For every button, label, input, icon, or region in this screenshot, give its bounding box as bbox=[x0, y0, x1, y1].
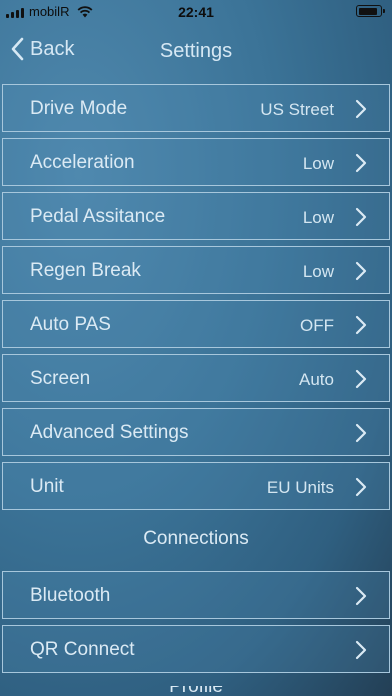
section-header-connections: Connections bbox=[143, 528, 249, 549]
setting-row-regen-break[interactable]: Regen Break Low bbox=[2, 246, 390, 294]
setting-row-screen[interactable]: Screen Auto bbox=[2, 354, 390, 402]
connection-row-bluetooth[interactable]: Bluetooth bbox=[2, 571, 390, 619]
chevron-right-icon bbox=[355, 369, 367, 389]
status-bar: mobilR 22:41 bbox=[0, 0, 392, 24]
setting-label: Unit bbox=[30, 476, 64, 497]
chevron-right-icon bbox=[355, 477, 367, 497]
setting-value: Low bbox=[302, 262, 334, 281]
page-title: Settings bbox=[159, 40, 233, 62]
connection-row-qr-connect[interactable]: QR Connect bbox=[2, 625, 390, 673]
setting-value: US Street bbox=[260, 100, 334, 119]
connection-label: QR Connect bbox=[30, 639, 135, 660]
status-time: 22:41 bbox=[178, 4, 214, 20]
setting-value: EU Units bbox=[266, 478, 334, 497]
chevron-right-icon bbox=[355, 207, 367, 227]
setting-row-acceleration[interactable]: Acceleration Low bbox=[2, 138, 390, 186]
chevron-right-icon bbox=[355, 315, 367, 335]
setting-value: OFF bbox=[300, 316, 334, 335]
setting-label: Regen Break bbox=[30, 260, 141, 281]
chevron-right-icon bbox=[355, 153, 367, 173]
chevron-right-icon bbox=[355, 423, 367, 443]
setting-row-drive-mode[interactable]: Drive Mode US Street bbox=[2, 84, 390, 132]
setting-row-auto-pas[interactable]: Auto PAS OFF bbox=[2, 300, 390, 348]
setting-row-advanced-settings[interactable]: Advanced Settings bbox=[2, 408, 390, 456]
setting-value: Low bbox=[302, 208, 334, 227]
setting-row-unit[interactable]: Unit EU Units bbox=[2, 462, 390, 510]
section-header-profile-label: Profile bbox=[169, 686, 223, 696]
chevron-right-icon bbox=[355, 99, 367, 119]
setting-value: Auto bbox=[299, 370, 334, 389]
section-header-profile: Profile bbox=[0, 686, 392, 696]
setting-label: Advanced Settings bbox=[30, 422, 189, 443]
battery-icon bbox=[356, 5, 385, 17]
setting-label: Acceleration bbox=[30, 152, 135, 173]
setting-label: Auto PAS bbox=[30, 314, 111, 335]
nav-bar: Back Settings bbox=[0, 28, 392, 74]
chevron-right-icon bbox=[355, 640, 367, 660]
setting-row-pedal-assistance[interactable]: Pedal Assitance Low bbox=[2, 192, 390, 240]
setting-label: Drive Mode bbox=[30, 98, 128, 119]
chevron-right-icon bbox=[355, 586, 367, 606]
setting-label: Pedal Assitance bbox=[30, 206, 166, 227]
chevron-right-icon bbox=[355, 261, 367, 281]
setting-label: Screen bbox=[30, 368, 91, 389]
connection-label: Bluetooth bbox=[30, 585, 111, 606]
setting-value: Low bbox=[302, 154, 334, 173]
